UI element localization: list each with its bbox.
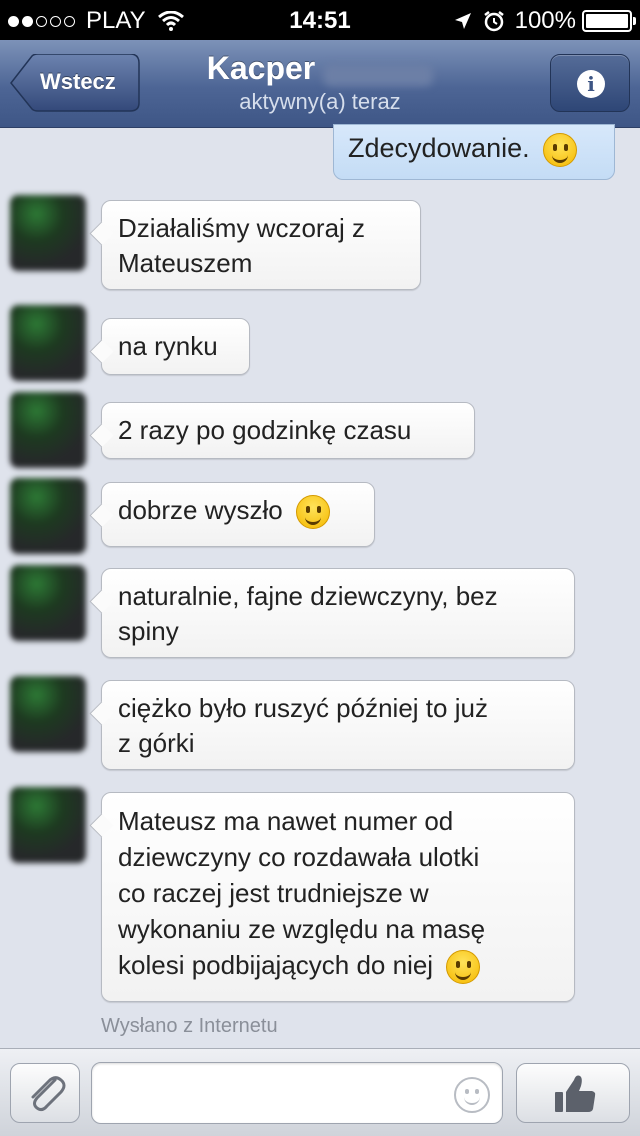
- message-line: spiny: [118, 616, 179, 646]
- message-composer: [0, 1048, 640, 1136]
- message-line: ciężko było ruszyć później to już: [118, 693, 488, 723]
- location-arrow-icon: [454, 13, 471, 29]
- attach-button[interactable]: [10, 1063, 80, 1123]
- grinning-face-icon: [295, 495, 330, 530]
- incoming-message: dobrze wyszło: [101, 482, 375, 547]
- incoming-message: Mateusz ma nawet numer od dziewczyny co …: [101, 792, 575, 1002]
- message-line: Działaliśmy wczoraj z: [118, 213, 366, 243]
- message-input[interactable]: [91, 1062, 503, 1124]
- conversation-title: Kacper aktywny(a) teraz: [150, 50, 490, 115]
- outgoing-message: Zdecydowanie.: [333, 124, 615, 180]
- message-line: Mateuszem: [118, 248, 253, 278]
- winking-tongue-face-icon: [446, 950, 481, 985]
- avatar[interactable]: [10, 787, 86, 863]
- battery-level-fill: [586, 14, 628, 28]
- info-button[interactable]: i: [550, 54, 630, 112]
- message-text: Zdecydowanie.: [348, 133, 530, 164]
- contact-name: Kacper: [206, 50, 316, 86]
- avatar[interactable]: [10, 478, 86, 554]
- avatar[interactable]: [10, 565, 86, 641]
- avatar[interactable]: [10, 392, 86, 468]
- incoming-message: 2 razy po godzinkę czasu: [101, 402, 475, 459]
- sent-via-note: Wysłano z Internetu: [101, 1015, 278, 1037]
- smiling-face-icon: [543, 133, 578, 167]
- incoming-message: ciężko było ruszyć później to już z górk…: [101, 680, 575, 770]
- contact-status: aktywny(a) teraz: [239, 89, 401, 114]
- contact-surname-redacted: [323, 63, 434, 86]
- navigation-bar: Wstecz Kacper aktywny(a) teraz i: [0, 40, 640, 128]
- message-row: kolesi podbijających do niej: [118, 947, 560, 985]
- incoming-message: na rynku: [101, 318, 250, 375]
- message-row: dobrze wyszło: [118, 493, 360, 530]
- battery-percent: 100%: [514, 7, 576, 34]
- back-button-label: Wstecz: [40, 69, 116, 94]
- battery-icon: [582, 10, 636, 32]
- info-icon: i: [577, 70, 605, 98]
- incoming-message: naturalnie, fajne dziewczyny, bez spiny: [101, 568, 575, 658]
- message-line: z górki: [118, 728, 195, 758]
- message-line: na rynku: [118, 331, 218, 361]
- message-line: dziewczyny co rozdawała ulotki: [118, 842, 480, 872]
- message-line: naturalnie, fajne dziewczyny, bez: [118, 581, 498, 611]
- message-line: 2 razy po godzinkę czasu: [118, 415, 412, 445]
- message-line: wykonaniu ze względu na masę: [118, 914, 486, 944]
- status-bar: PLAY 14:51 100%: [0, 0, 640, 40]
- status-right: 100%: [453, 7, 636, 35]
- message-line: kolesi podbijających do niej: [118, 950, 434, 980]
- back-button[interactable]: Wstecz: [10, 54, 140, 112]
- like-button[interactable]: [516, 1063, 630, 1123]
- message-line: co raczej jest trudniejsze w: [118, 878, 429, 908]
- avatar[interactable]: [10, 305, 86, 381]
- message-line: Mateusz ma nawet numer od: [118, 806, 454, 836]
- smiley-icon[interactable]: [454, 1077, 490, 1113]
- message-line: dobrze wyszło: [118, 495, 283, 525]
- avatar[interactable]: [10, 676, 86, 752]
- thumbs-up-icon: [555, 1075, 596, 1112]
- alarm-clock-icon: [483, 11, 504, 32]
- incoming-message: Działaliśmy wczoraj z Mateuszem: [101, 200, 421, 290]
- paperclip-icon: [31, 1076, 66, 1112]
- avatar[interactable]: [10, 195, 86, 271]
